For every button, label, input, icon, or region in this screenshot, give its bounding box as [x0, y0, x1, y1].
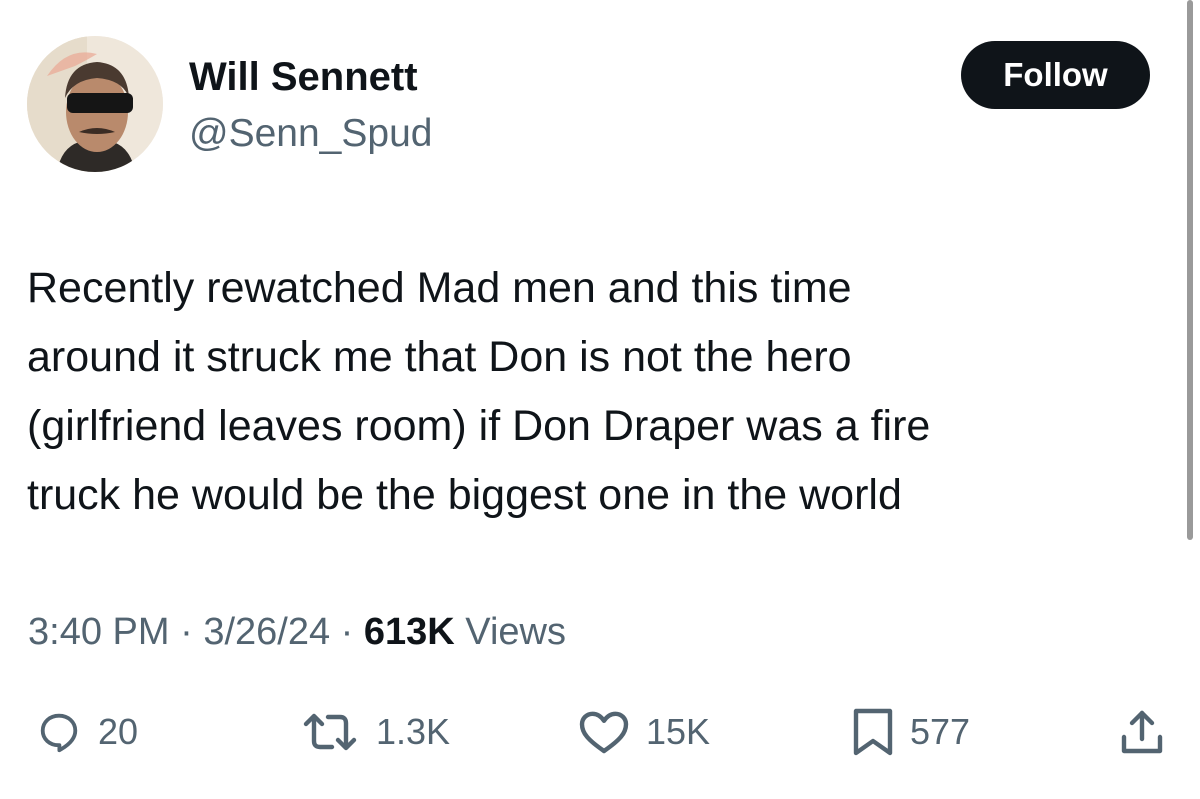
tweet-text-line: (girlfriend leaves room) if Don Draper w… [27, 402, 931, 450]
reply-icon [36, 709, 82, 755]
follow-button[interactable]: Follow [961, 41, 1150, 109]
tweet-date[interactable]: 3/26/24 [203, 611, 330, 653]
meta-separator: · [169, 611, 204, 653]
author-display-name[interactable]: Will Sennett [189, 53, 418, 101]
meta-separator: · [330, 611, 364, 653]
reply-count: 20 [98, 711, 139, 752]
views-label: Views [454, 611, 566, 653]
avatar-photo [27, 36, 163, 172]
like-icon [578, 709, 630, 755]
like-button[interactable]: 15K [578, 705, 710, 759]
bookmark-icon [852, 707, 894, 757]
share-icon [1118, 707, 1166, 757]
tweet-time[interactable]: 3:40 PM [28, 611, 170, 653]
reply-button[interactable]: 20 [36, 705, 138, 759]
bookmark-count: 577 [910, 711, 971, 752]
author-handle[interactable]: @Senn_Spud [189, 110, 432, 158]
tweet-text-line: truck he would be the biggest one in the… [27, 471, 902, 519]
tweet-text-line: around it struck me that Don is not the … [27, 333, 852, 381]
share-button[interactable] [1118, 705, 1166, 759]
repost-button[interactable]: 1.3K [300, 705, 450, 759]
tweet-text-line: Recently rewatched Mad men and this time [27, 264, 852, 312]
repost-icon [300, 709, 360, 755]
like-count: 15K [646, 711, 711, 752]
scrollbar[interactable] [1187, 0, 1193, 540]
repost-count: 1.3K [376, 711, 451, 752]
views-count: 613K [363, 611, 455, 653]
bookmark-button[interactable]: 577 [852, 705, 970, 759]
tweet-meta: 3:40 PM · 3/26/24 · 613K Views [28, 609, 566, 655]
tweet-text: Recently rewatched Mad men and this time… [27, 254, 1157, 530]
avatar[interactable] [27, 36, 163, 172]
